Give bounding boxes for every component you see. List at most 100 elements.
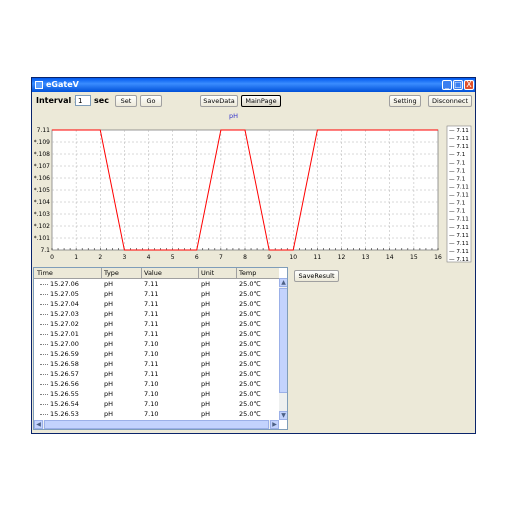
table-row[interactable]: 15.27.05 pH 7.11 pH 25.0℃ xyxy=(34,290,279,298)
column-separator[interactable] xyxy=(198,268,199,278)
y-tick-label: 7.11 xyxy=(37,127,51,134)
disconnect-button[interactable]: Disconnect xyxy=(428,95,472,107)
app-icon xyxy=(35,81,43,89)
save-result-button[interactable]: SaveResult xyxy=(294,270,339,282)
cell-temp: 25.0℃ xyxy=(239,380,261,388)
cell-unit: pH xyxy=(201,310,211,318)
table-row[interactable]: 15.26.54 pH 7.10 pH 25.0℃ xyxy=(34,400,279,408)
scroll-up-icon[interactable]: ▲ xyxy=(279,278,287,287)
cell-value: 7.11 xyxy=(144,300,159,308)
y-tick-label: *.102 xyxy=(34,223,50,230)
cell-type: pH xyxy=(104,410,114,418)
x-tick-label: 14 xyxy=(386,254,394,261)
interval-input[interactable]: 1 xyxy=(75,95,91,106)
column-header-temp[interactable]: Temp xyxy=(239,269,256,277)
cell-type: pH xyxy=(104,320,114,328)
x-tick-label: 12 xyxy=(338,254,346,261)
side-list-item: — 7.11 xyxy=(449,144,469,150)
side-list-item: — 7.11 xyxy=(449,217,469,223)
cell-unit: pH xyxy=(201,340,211,348)
cell-temp: 25.0℃ xyxy=(239,370,261,378)
y-tick-label: *.106 xyxy=(34,175,50,182)
cell-temp: 25.0℃ xyxy=(239,410,261,418)
table-row[interactable]: 15.26.58 pH 7.11 pH 25.0℃ xyxy=(34,360,279,368)
column-separator[interactable] xyxy=(236,268,237,278)
table-row[interactable]: 15.27.06 pH 7.11 pH 25.0℃ xyxy=(34,280,279,288)
cell-value: 7.11 xyxy=(144,330,159,338)
cell-temp: 25.0℃ xyxy=(239,400,261,408)
close-button[interactable]: X xyxy=(464,80,474,90)
tree-connector xyxy=(40,314,48,316)
table-row[interactable]: 15.27.01 pH 7.11 pH 25.0℃ xyxy=(34,330,279,338)
mainpage-button[interactable]: MainPage xyxy=(241,95,281,107)
setting-button[interactable]: Setting xyxy=(389,95,421,107)
column-header-time[interactable]: Time xyxy=(37,269,53,277)
table-row[interactable]: 15.26.55 pH 7.10 pH 25.0℃ xyxy=(34,390,279,398)
cell-type: pH xyxy=(104,400,114,408)
x-tick-label: 7 xyxy=(219,254,223,261)
table-row[interactable]: 15.26.56 pH 7.10 pH 25.0℃ xyxy=(34,380,279,388)
column-header-value[interactable]: Value xyxy=(144,269,162,277)
set-button[interactable]: Set xyxy=(115,95,137,107)
cell-unit: pH xyxy=(201,400,211,408)
y-tick-label: *.101 xyxy=(34,235,50,242)
cell-unit: pH xyxy=(201,410,211,418)
data-table: Time Type Value Unit Temp 15.27.06 pH 7.11 pH 25… xyxy=(33,267,288,430)
table-header: Time Type Value Unit Temp xyxy=(34,268,279,279)
cell-time: 15.27.04 xyxy=(50,300,79,308)
column-header-unit[interactable]: Unit xyxy=(201,269,214,277)
cell-type: pH xyxy=(104,370,114,378)
cell-value: 7.11 xyxy=(144,320,159,328)
table-row[interactable]: 15.26.53 pH 7.10 pH 25.0℃ xyxy=(34,410,279,418)
scroll-left-icon[interactable]: ◀ xyxy=(34,420,43,429)
column-header-type[interactable]: Type xyxy=(104,269,119,277)
x-tick-label: 13 xyxy=(362,254,370,261)
scroll-right-icon[interactable]: ▶ xyxy=(270,420,279,429)
column-separator[interactable] xyxy=(101,268,102,278)
tree-connector xyxy=(40,334,48,336)
savedata-button[interactable]: SaveData xyxy=(200,95,238,107)
side-list-item: — 7.11 xyxy=(449,225,469,231)
cell-value: 7.10 xyxy=(144,390,159,398)
cell-time: 15.26.55 xyxy=(50,390,79,398)
x-tick-label: 4 xyxy=(147,254,151,261)
go-button[interactable]: Go xyxy=(140,95,162,107)
cell-unit: pH xyxy=(201,330,211,338)
cell-temp: 25.0℃ xyxy=(239,310,261,318)
y-tick-label: 7.1 xyxy=(40,247,50,254)
cell-time: 15.27.03 xyxy=(50,310,79,318)
cell-type: pH xyxy=(104,280,114,288)
table-row[interactable]: 15.27.02 pH 7.11 pH 25.0℃ xyxy=(34,320,279,328)
y-tick-label: *.105 xyxy=(34,187,50,194)
side-list-item: — 7.11 xyxy=(449,193,469,199)
scroll-down-icon[interactable]: ▼ xyxy=(279,411,287,420)
horizontal-scrollbar[interactable]: ◀ ▶ xyxy=(34,420,279,429)
table-row[interactable]: 15.27.00 pH 7.10 pH 25.0℃ xyxy=(34,340,279,348)
cell-time: 15.26.56 xyxy=(50,380,79,388)
minimize-button[interactable]: _ xyxy=(442,80,452,90)
table-row[interactable]: 15.27.03 pH 7.11 pH 25.0℃ xyxy=(34,310,279,318)
cell-value: 7.11 xyxy=(144,290,159,298)
tree-connector xyxy=(40,294,48,296)
cell-value: 7.11 xyxy=(144,280,159,288)
x-tick-label: 11 xyxy=(314,254,322,261)
column-separator[interactable] xyxy=(141,268,142,278)
x-tick-label: 8 xyxy=(243,254,247,261)
table-row[interactable]: 15.26.57 pH 7.11 pH 25.0℃ xyxy=(34,370,279,378)
side-list-item: — 7.11 xyxy=(449,241,469,247)
vertical-scroll-thumb[interactable] xyxy=(279,288,287,393)
vertical-scrollbar[interactable]: ▲ ▼ xyxy=(279,278,287,420)
horizontal-scroll-thumb[interactable] xyxy=(44,420,269,429)
table-row[interactable]: 15.26.59 pH 7.10 pH 25.0℃ xyxy=(34,350,279,358)
window-title: eGateV xyxy=(46,80,79,89)
table-row[interactable]: 15.27.04 pH 7.11 pH 25.0℃ xyxy=(34,300,279,308)
tree-connector xyxy=(40,394,48,396)
y-tick-label: *.107 xyxy=(34,163,50,170)
x-tick-label: 15 xyxy=(410,254,418,261)
title-bar[interactable]: eGateV _ □ X xyxy=(32,78,475,92)
cell-temp: 25.0℃ xyxy=(239,330,261,338)
maximize-button[interactable]: □ xyxy=(453,80,463,90)
tree-connector xyxy=(40,384,48,386)
cell-temp: 25.0℃ xyxy=(239,360,261,368)
cell-unit: pH xyxy=(201,320,211,328)
